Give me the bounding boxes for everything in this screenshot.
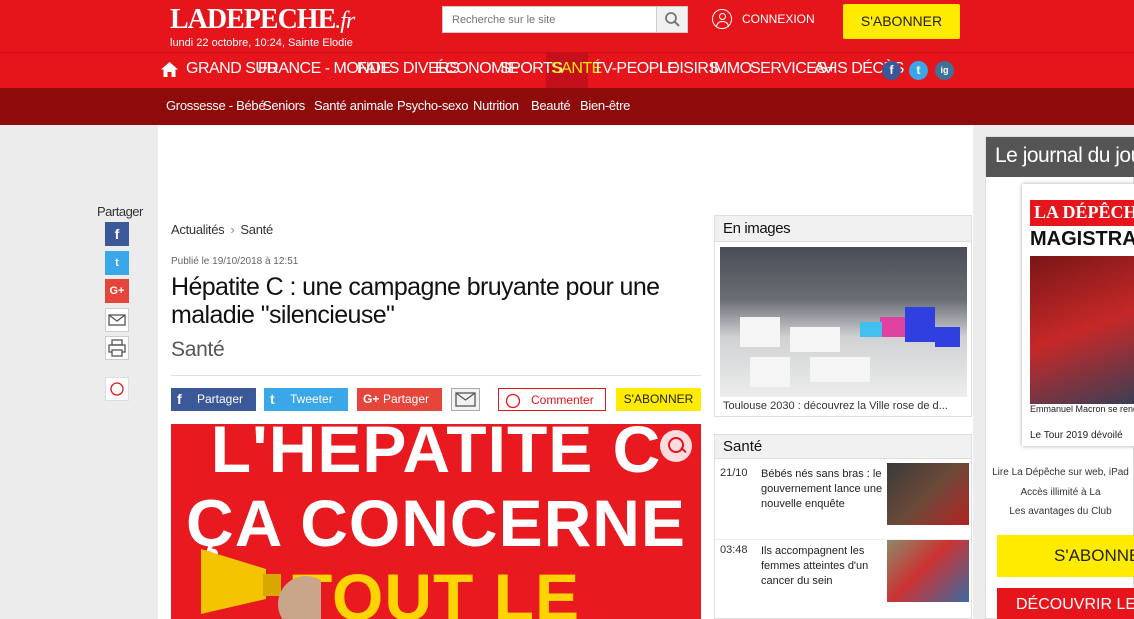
comment-icon — [505, 393, 521, 409]
mail-icon — [455, 392, 476, 407]
megaphone-icon — [201, 549, 321, 619]
site-logo[interactable]: LADEPECHE.fr — [170, 4, 355, 36]
en-images-title: En images — [715, 216, 971, 242]
cover-text-1: Emmanuel Macron se rend cet l'Aude sinis… — [1030, 404, 1134, 414]
home-icon[interactable] — [160, 60, 179, 79]
article-section: Santé — [171, 338, 225, 361]
twitter-icon[interactable]: t — [909, 61, 928, 80]
logo-ext: .fr — [335, 8, 355, 34]
side-share-bar: Partager f t G+ — [97, 204, 143, 401]
instagram-icon[interactable]: ig — [935, 61, 954, 80]
login-label: CONNEXION — [742, 12, 815, 26]
header-date: lundi 22 octobre, 10:24, Sainte Elodie — [170, 37, 353, 49]
article-link[interactable]: Ils accompagnent les femmes atteintes d'… — [761, 544, 886, 589]
hero-image[interactable]: L'HÉPATITE C ÇA CONCERNE TOUT LE — [171, 424, 701, 619]
sante-box: Santé 21/10 Bébés nés sans bras : le gou… — [714, 434, 972, 619]
user-icon — [712, 9, 732, 29]
nav-item-immo[interactable]: IMMO — [710, 60, 752, 78]
subnav-item-beaute[interactable]: Beauté — [531, 98, 571, 113]
en-images-caption[interactable]: Toulouse 2030 : découvrez la Ville rose … — [723, 400, 948, 412]
sante-box-title: Santé — [715, 435, 971, 459]
mail-share-button[interactable] — [451, 388, 480, 411]
journal-cover[interactable]: LA DÉPÊCHE MAGISTRAL Emmanuel Macron se … — [1022, 184, 1134, 446]
subnav-item-bien-etre[interactable]: Bien-être — [580, 98, 630, 113]
subscribe-article-button[interactable]: S'ABONNER — [616, 388, 701, 411]
article-time: 03:48 — [720, 544, 748, 556]
hero-line-1: L'HÉPATITE C — [210, 424, 662, 486]
search-input[interactable] — [443, 7, 657, 32]
list-item[interactable]: 03:48 Ils accompagnent les femmes attein… — [715, 539, 971, 609]
sub-nav: Grossesse - Bébé Seniors Santé animale P… — [0, 88, 1134, 125]
divider — [171, 375, 701, 376]
article-title: Hépatite C : une campagne bruyante pour … — [171, 273, 660, 329]
top-header: LADEPECHE.fr lundi 22 octobre, 10:24, Sa… — [0, 0, 1134, 52]
search-box — [442, 6, 688, 33]
breadcrumb-item-sante[interactable]: Santé — [240, 222, 273, 237]
publish-date: Publié le 19/10/2018 à 12:51 — [171, 256, 299, 267]
share-label: Partager — [97, 204, 143, 219]
breadcrumb-item-actualites[interactable]: Actualités — [171, 222, 225, 237]
journal-line-2: Accès illimité à La — [1020, 487, 1101, 498]
subnav-item-grossesse[interactable]: Grossesse - Bébé — [166, 98, 266, 113]
cover-photo — [1030, 256, 1134, 404]
search-button[interactable] — [656, 7, 687, 32]
article-thumbnail[interactable] — [887, 540, 969, 602]
facebook-icon[interactable]: f — [105, 222, 129, 246]
logo-text: LADEPECHE — [170, 4, 336, 35]
facebook-icon[interactable]: f — [882, 61, 901, 80]
comment-button[interactable]: Commenter — [498, 388, 606, 411]
article-thumbnail[interactable] — [887, 463, 969, 525]
journal-subscribe-button[interactable]: S'ABONNER — [997, 535, 1134, 577]
cover-logo: LA DÉPÊCHE — [1030, 200, 1134, 226]
journal-title: Le journal du jour — [986, 137, 1134, 177]
googleplus-icon: G+ — [363, 392, 380, 406]
journal-line-3[interactable]: Les avantages du Club — [986, 506, 1134, 517]
en-images-photo[interactable] — [720, 247, 967, 397]
subnav-item-sante-animale[interactable]: Santé animale — [314, 98, 394, 113]
subscribe-button[interactable]: S'ABONNER — [843, 4, 960, 39]
search-icon — [665, 12, 680, 27]
facebook-icon: f — [177, 391, 182, 407]
googleplus-icon[interactable]: G+ — [105, 279, 129, 303]
googleplus-share-button[interactable]: G+ Partager — [357, 388, 442, 411]
main-nav: GRAND SUD FRANCE - MONDE FAITS DIVERS ÉC… — [0, 52, 1134, 89]
en-images-box: En images Toulouse 2030 : découvrez la V… — [714, 215, 972, 417]
journal-line-1: Lire La Dépêche sur web, iPad — [992, 467, 1129, 478]
article-time: 21/10 — [720, 467, 748, 479]
discover-club-button[interactable]: DÉCOUVRIR LE CLUB — [997, 588, 1134, 619]
twitter-icon: t — [270, 391, 275, 407]
facebook-share-button[interactable]: f Partager — [171, 388, 256, 411]
comment-icon[interactable] — [105, 377, 129, 401]
print-icon[interactable] — [105, 336, 129, 360]
list-item[interactable]: 21/10 Bébés nés sans bras : le gouvernem… — [715, 463, 971, 533]
subnav-item-seniors[interactable]: Seniors — [263, 98, 305, 113]
cover-text-2: Le Tour 2019 dévoilé — [1030, 430, 1123, 441]
cover-headline: MAGISTRAL — [1030, 228, 1134, 250]
subnav-item-nutrition[interactable]: Nutrition — [473, 98, 519, 113]
twitter-share-button[interactable]: t Tweeter — [264, 388, 348, 411]
subnav-item-psycho-sexo[interactable]: Psycho-sexo — [397, 98, 468, 113]
twitter-icon[interactable]: t — [105, 251, 129, 275]
breadcrumb: Actualités › Santé — [171, 222, 273, 237]
zoom-icon[interactable] — [660, 430, 692, 462]
mail-icon[interactable] — [105, 308, 129, 332]
article-link[interactable]: Bébés nés sans bras : le gouvernement la… — [761, 467, 886, 512]
